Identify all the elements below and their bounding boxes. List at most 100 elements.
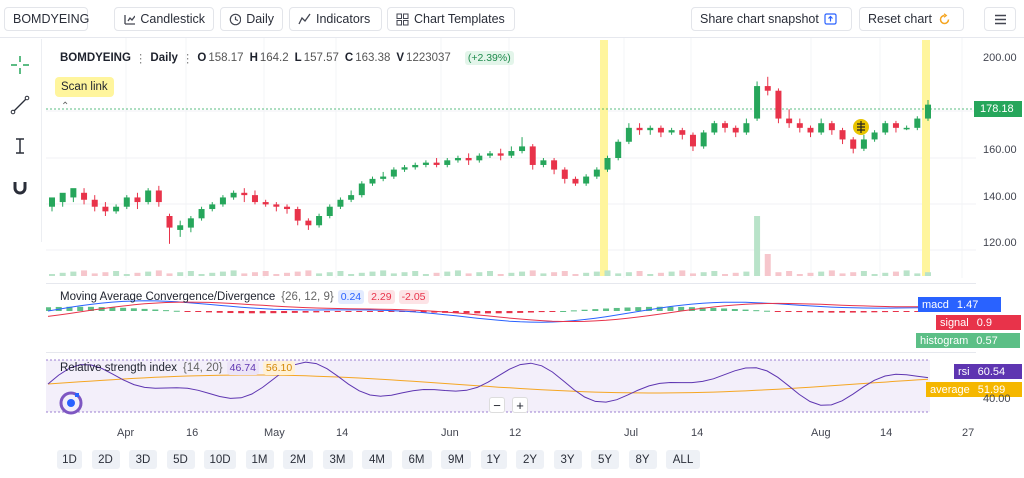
price-chart[interactable] (46, 38, 976, 278)
histogram-bar (549, 311, 556, 312)
timeframe-5y[interactable]: 5Y (591, 450, 619, 469)
volume-bar (892, 271, 899, 276)
text-cursor-tool[interactable] (8, 134, 32, 158)
volume-bar (583, 272, 590, 276)
volume-bar (123, 274, 130, 276)
rsi-axis-tick: 40.00 (983, 393, 1011, 405)
volume-bar (786, 271, 793, 276)
histogram-bar (313, 311, 320, 313)
histogram-bar (903, 311, 910, 312)
volume-bar (807, 272, 814, 276)
volume-bar (444, 271, 451, 276)
reset-chart-button[interactable]: Reset chart (859, 7, 964, 31)
drawing-toolbar (0, 39, 42, 242)
bug-marker[interactable] (853, 119, 869, 135)
candle[interactable] (700, 130, 707, 149)
histogram-bar (774, 311, 781, 312)
legend-open: 158.17 (208, 52, 244, 64)
zoom-in-button[interactable]: + (512, 397, 528, 413)
histogram-bar (506, 311, 513, 314)
histogram-bar (205, 311, 212, 313)
magnet-tool[interactable] (8, 175, 32, 199)
timeframe-2m[interactable]: 2M (283, 450, 313, 469)
volume-bar (198, 274, 205, 276)
histogram-bar (817, 311, 824, 313)
timeframe-1m[interactable]: 1M (245, 450, 274, 469)
current-price-label: 178.18 (974, 101, 1022, 117)
volume-bar (903, 270, 910, 276)
volume-bar (251, 272, 258, 276)
time-tick: 14 (880, 427, 893, 439)
candle[interactable] (358, 181, 365, 198)
volume-bar (422, 274, 429, 276)
timeframe-4m[interactable]: 4M (362, 450, 392, 469)
indicators-button[interactable]: Indicators (289, 7, 382, 31)
volume-bar (657, 272, 664, 276)
histogram-key: histogram (916, 333, 973, 348)
rsi-title: Relative strength index (60, 362, 177, 374)
timeframe-2d[interactable]: 2D (91, 450, 120, 469)
histogram-bar (302, 311, 309, 313)
legend-volume: 1223037 (406, 52, 451, 64)
timeframe-5d[interactable]: 5D (166, 450, 195, 469)
share-snapshot-button[interactable]: Share chart snapshot (691, 7, 852, 31)
timeframe-9m[interactable]: 9M (441, 450, 471, 469)
timeframe-1y[interactable]: 1Y (480, 450, 507, 469)
volume-bar (102, 272, 109, 276)
histogram-bar (517, 311, 524, 313)
histogram-bar (77, 306, 84, 311)
volume-bar (219, 271, 226, 276)
timeframe-6m[interactable]: 6M (401, 450, 432, 469)
volume-bar (497, 274, 504, 276)
volume-bar (604, 270, 611, 276)
price-tick: 200.00 (983, 52, 1017, 64)
histogram-bar (238, 311, 245, 314)
histogram-bar (603, 308, 610, 311)
histogram-bar (173, 310, 180, 312)
collapse-chevron-icon[interactable]: ⌃ (61, 101, 69, 112)
timeframe-all[interactable]: ALL (666, 450, 700, 469)
magnet-icon (13, 182, 27, 195)
volume-bar (305, 270, 312, 276)
histogram-bar (613, 307, 620, 311)
candle[interactable] (604, 155, 611, 172)
timeframe-3m[interactable]: 3M (322, 450, 353, 469)
histogram-bar (882, 311, 889, 313)
volume-bar (113, 271, 120, 276)
timeframe-10d[interactable]: 10D (204, 450, 236, 469)
timeframe-2y[interactable]: 2Y (516, 450, 544, 469)
legend-c-label: C (344, 52, 354, 64)
scan-link-button[interactable]: Scan link (55, 77, 114, 97)
legend-h-label: H (249, 52, 258, 64)
histogram-bar (195, 311, 202, 312)
histogram-bar (463, 311, 470, 314)
volume-bar (390, 273, 397, 276)
timeframe-8y[interactable]: 8Y (628, 450, 657, 469)
trendline-tool[interactable] (8, 93, 32, 117)
chart-type-button[interactable]: Candlestick (114, 7, 214, 31)
crosshair-tool[interactable] (8, 53, 32, 77)
candle[interactable] (775, 88, 782, 124)
timeframe-3d[interactable]: 3D (129, 450, 157, 469)
histogram-bar (527, 311, 534, 313)
timeframe-1d[interactable]: 1D (57, 450, 82, 469)
zoom-out-button[interactable]: − (489, 397, 505, 413)
volume-bar (818, 271, 825, 276)
histogram-bar (860, 311, 867, 313)
symbol-label: BOMDYEING (13, 12, 90, 26)
candle[interactable] (615, 139, 622, 161)
symbol-button[interactable]: BOMDYEING (4, 7, 90, 31)
volume-bar (529, 270, 536, 276)
histogram-bar (742, 309, 749, 311)
chart-templates-button[interactable]: Chart Templates (387, 7, 515, 31)
candle[interactable] (754, 81, 761, 121)
histogram-bar (291, 311, 298, 313)
share-label: Share chart snapshot (700, 12, 819, 26)
candle[interactable] (145, 188, 152, 205)
histogram-bar (667, 306, 674, 311)
menu-button[interactable] (984, 7, 1016, 31)
interval-button[interactable]: Daily (220, 7, 283, 31)
chart-type-label: Candlestick (140, 12, 205, 26)
volume-bar (284, 272, 291, 276)
timeframe-3y[interactable]: 3Y (553, 450, 582, 469)
